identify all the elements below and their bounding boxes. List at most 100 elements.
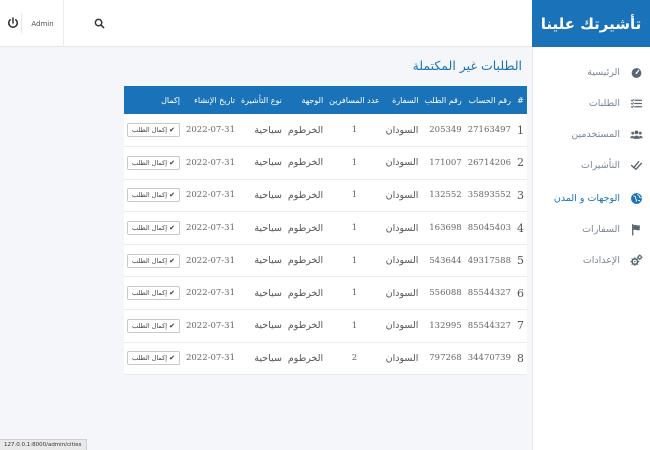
cell-order: 556088: [421, 276, 465, 311]
sidebar-item-label: التأشيرات: [581, 159, 620, 171]
cell-order: 132552: [421, 179, 465, 213]
check-icon: ✔: [169, 289, 175, 298]
cell-complete: ✔ إكمال الطلب: [124, 211, 183, 245]
cell-created: 2022-07-31: [182, 211, 238, 245]
table-row: 7 85544327 132995 السودان 1 الخرطوم سياحية 2022…: [124, 309, 527, 343]
col-travelers-header: عدد المسافرين: [326, 86, 383, 114]
cell-order: 797268: [421, 342, 465, 376]
sidebar-item-list[interactable]: الطلبات: [532, 93, 650, 113]
cell-index: 1: [513, 114, 527, 148]
table-row: 1 27163497 205349 السودان 1 الخرطوم سياحية 2022…: [124, 114, 527, 148]
cell-order: 132995: [421, 309, 465, 343]
cell-embassy: السودان: [382, 211, 422, 245]
list-icon: [626, 97, 646, 110]
sidebar-item-flag[interactable]: السفارات: [532, 219, 650, 239]
complete-order-button[interactable]: ✔ إكمال الطلب: [127, 123, 180, 138]
complete-order-label: إكمال الطلب: [132, 256, 168, 265]
logout-button[interactable]: [4, 13, 22, 33]
cell-index: 3: [513, 179, 527, 213]
check-icon: ✔: [169, 224, 175, 233]
cell-complete: ✔ إكمال الطلب: [124, 114, 183, 148]
cell-account: 85544327: [464, 309, 514, 343]
cell-complete: ✔ إكمال الطلب: [124, 244, 183, 278]
cell-embassy: السودان: [382, 342, 422, 376]
col-complete-header: إكمال: [124, 86, 183, 114]
complete-order-label: إكمال الطلب: [132, 321, 168, 330]
col-created-header: تاريخ الإنشاء: [182, 86, 238, 114]
sidebar-item-label: المستخدمين: [571, 128, 620, 140]
sidebar-item-globe[interactable]: الوجهات و المدن: [532, 188, 650, 208]
complete-order-button[interactable]: ✔ إكمال الطلب: [127, 351, 180, 366]
cell-complete: ✔ إكمال الطلب: [124, 342, 183, 376]
cell-created: 2022-07-31: [182, 276, 238, 311]
table-header-row: # رقم الحساب رقم الطلب السفارة عدد المسافرين…: [124, 86, 527, 114]
power-icon[interactable]: [7, 17, 19, 29]
cell-visa-type: سياحية: [237, 309, 285, 343]
cell-destination: الخرطوم: [284, 114, 327, 148]
complete-order-label: إكمال الطلب: [132, 354, 168, 363]
cell-order: 205349: [421, 114, 465, 148]
table-row: 4 85045403 163698 السودان 1 الخرطوم سياحية 2022…: [124, 211, 527, 245]
cell-created: 2022-07-31: [182, 244, 238, 278]
cell-index: 8: [513, 342, 527, 376]
globe-icon: [626, 192, 646, 205]
cell-embassy: السودان: [382, 309, 422, 343]
cell-destination: الخرطوم: [284, 244, 327, 278]
cell-complete: ✔ إكمال الطلب: [124, 146, 183, 180]
check-icon: ✔: [169, 256, 175, 265]
search-icon[interactable]: [94, 18, 105, 29]
user-name[interactable]: Admin: [22, 0, 64, 47]
cell-created: 2022-07-31: [182, 342, 238, 376]
cell-account: 35893552: [464, 179, 514, 213]
cell-account: 49317588: [464, 244, 514, 278]
cell-travelers: 1: [326, 309, 383, 343]
complete-order-button[interactable]: ✔ إكمال الطلب: [127, 318, 180, 333]
cell-destination: الخرطوم: [284, 211, 327, 245]
cell-embassy: السودان: [382, 276, 422, 311]
cell-visa-type: سياحية: [237, 146, 285, 180]
search-button[interactable]: [92, 16, 106, 30]
check-icon: ✔: [169, 354, 175, 363]
flag-icon: [626, 223, 646, 236]
cell-embassy: السودان: [382, 179, 422, 213]
col-destination-header: الوجهة: [284, 86, 327, 114]
brand-logo[interactable]: تأشيرتك علينا: [532, 0, 650, 47]
sidebar-item-label: الطلبات: [588, 97, 620, 109]
cell-destination: الخرطوم: [284, 276, 327, 311]
top-header: Admin: [0, 0, 532, 47]
complete-order-button[interactable]: ✔ إكمال الطلب: [127, 253, 180, 268]
col-order-header: رقم الطلب: [421, 86, 465, 114]
complete-order-button[interactable]: ✔ إكمال الطلب: [127, 286, 180, 301]
cell-visa-type: سياحية: [237, 114, 285, 148]
complete-order-label: إكمال الطلب: [132, 289, 168, 298]
sidebar-item-check[interactable]: التأشيرات: [532, 155, 650, 175]
cell-travelers: 1: [326, 179, 383, 213]
sidebar: الرئيسية الطلبات المستخدمين التأشيرات الوجها…: [532, 47, 650, 450]
check-icon: ✔: [169, 321, 175, 330]
cell-complete: ✔ إكمال الطلب: [124, 309, 183, 343]
col-account-header: رقم الحساب: [464, 86, 514, 114]
cell-order: 163698: [421, 211, 465, 245]
cell-travelers: 1: [326, 114, 383, 148]
cell-account: 85045403: [464, 211, 514, 245]
cell-embassy: السودان: [382, 244, 422, 278]
sidebar-item-cogs[interactable]: الإعدادات: [532, 250, 650, 270]
cell-visa-type: سياحية: [237, 179, 285, 213]
check-icon: ✔: [169, 191, 175, 200]
complete-order-button[interactable]: ✔ إكمال الطلب: [127, 155, 180, 170]
cell-index: 7: [513, 309, 527, 343]
sidebar-item-users[interactable]: المستخدمين: [532, 124, 650, 144]
cell-index: 5: [513, 244, 527, 278]
cell-destination: الخرطوم: [284, 179, 327, 213]
cell-order: 171007: [421, 146, 465, 180]
cell-account: 27163497: [464, 114, 514, 148]
complete-order-button[interactable]: ✔ إكمال الطلب: [127, 221, 180, 236]
cell-account: 26714206: [464, 146, 514, 180]
complete-order-button[interactable]: ✔ إكمال الطلب: [127, 188, 180, 203]
cell-visa-type: سياحية: [237, 342, 285, 376]
col-embassy-header: السفارة: [382, 86, 422, 114]
browser-status-url: 127.0.0.1:8000/admin/cities: [0, 439, 87, 450]
cell-created: 2022-07-31: [182, 114, 238, 148]
cell-complete: ✔ إكمال الطلب: [124, 179, 183, 213]
sidebar-item-dashboard[interactable]: الرئيسية: [532, 62, 650, 82]
